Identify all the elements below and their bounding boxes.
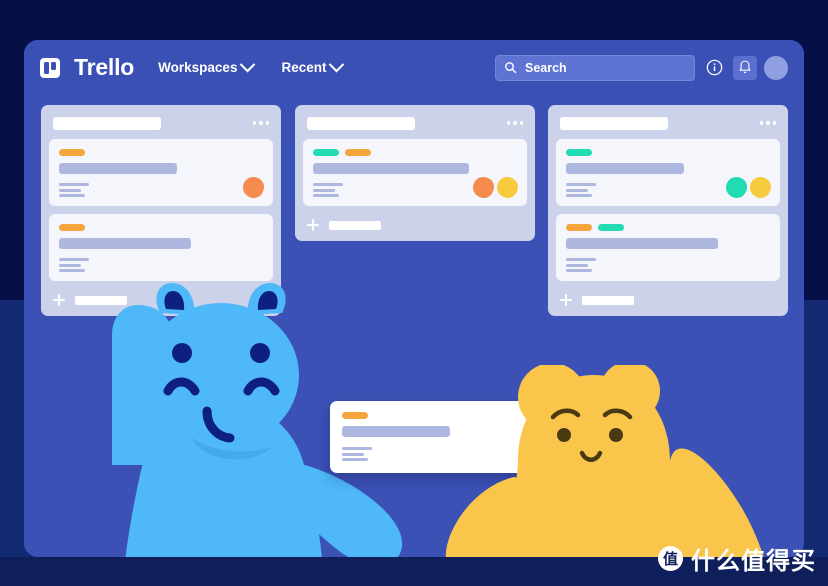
card-label[interactable] (566, 149, 592, 156)
board-list[interactable] (548, 105, 788, 316)
plus-icon (53, 294, 65, 306)
avatar[interactable] (470, 174, 497, 201)
card-title-placeholder (566, 163, 684, 174)
card-members (470, 174, 521, 201)
nav-item-workspaces[interactable]: Workspaces (158, 56, 256, 75)
avatar[interactable] (747, 174, 774, 201)
trello-app-window: Trello Workspaces Recent Search (24, 40, 804, 557)
list-title-placeholder[interactable] (560, 116, 668, 130)
card-title-placeholder (313, 163, 469, 174)
card-title-placeholder (342, 426, 450, 437)
search-input[interactable]: Search (495, 54, 695, 81)
bell-icon (739, 60, 751, 74)
list-title-placeholder[interactable] (53, 116, 161, 130)
top-navigation-bar: Trello Workspaces Recent Search (24, 40, 804, 95)
info-circle-icon (706, 59, 722, 76)
card-labels (313, 149, 517, 156)
add-card-label-placeholder (582, 295, 634, 305)
card-labels (566, 224, 770, 231)
card-label[interactable] (342, 412, 368, 419)
more-horizontal-icon[interactable] (759, 121, 776, 125)
trello-logo-icon[interactable] (40, 57, 60, 78)
watermark-text: 什么值得买 (691, 547, 816, 575)
list-header (556, 113, 780, 133)
card-members (723, 174, 774, 201)
card-label[interactable] (598, 224, 624, 231)
watermark-logo-icon: 值 (658, 546, 683, 571)
page-root: Trello Workspaces Recent Search 值 什么值得买 (0, 0, 828, 586)
card-label[interactable] (59, 149, 85, 156)
card-labels (566, 149, 770, 156)
avatar[interactable] (240, 174, 267, 201)
list-title-placeholder[interactable] (307, 116, 415, 130)
plus-icon (307, 219, 319, 231)
info-button[interactable] (702, 56, 726, 80)
nav-workspaces-label: Workspaces (158, 60, 238, 75)
user-avatar-icon[interactable] (764, 55, 788, 80)
add-card-button[interactable] (303, 214, 527, 233)
board-list[interactable] (295, 105, 535, 241)
watermark: 值 什么值得买 (658, 541, 816, 576)
nav-right-group: Search (495, 54, 788, 81)
card-label[interactable] (313, 149, 339, 156)
more-horizontal-icon[interactable] (252, 121, 269, 125)
card-title-placeholder (59, 163, 177, 174)
board-card[interactable] (49, 139, 273, 206)
nav-left-group: Trello Workspaces Recent (40, 56, 345, 79)
search-placeholder-text: Search (525, 60, 567, 75)
plus-icon (560, 294, 572, 306)
bear-character (445, 365, 764, 557)
nav-recent-label: Recent (281, 60, 327, 75)
board-card[interactable] (303, 139, 527, 206)
add-card-label-placeholder (329, 220, 381, 230)
avatar[interactable] (494, 174, 521, 201)
board-card[interactable] (556, 139, 780, 206)
board-canvas (24, 95, 804, 557)
card-description-lines (59, 258, 263, 272)
card-label[interactable] (59, 224, 85, 231)
nav-item-recent[interactable]: Recent (281, 56, 345, 75)
card-labels (59, 224, 263, 231)
board-card[interactable] (556, 214, 780, 281)
card-label[interactable] (566, 224, 592, 231)
card-label[interactable] (345, 149, 371, 156)
card-description-lines (566, 258, 770, 272)
notifications-button[interactable] (733, 55, 757, 80)
board-card[interactable] (49, 214, 273, 281)
trello-wordmark[interactable]: Trello (74, 56, 134, 79)
list-header (49, 113, 273, 133)
chevron-down-icon (329, 56, 345, 73)
list-header (303, 113, 527, 133)
card-members (240, 174, 267, 201)
card-description-lines (59, 183, 263, 197)
search-icon (505, 62, 517, 74)
more-horizontal-icon[interactable] (506, 121, 523, 125)
card-title-placeholder (59, 238, 191, 249)
avatar[interactable] (723, 174, 750, 201)
card-labels (59, 149, 263, 156)
add-card-button[interactable] (556, 289, 780, 308)
card-title-placeholder (566, 238, 718, 249)
chevron-down-icon (240, 56, 256, 73)
